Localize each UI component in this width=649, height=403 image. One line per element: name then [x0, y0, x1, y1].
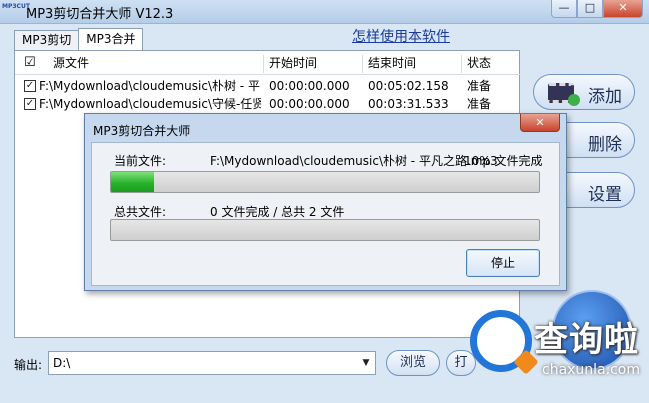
current-progress-text: 10% 文件完成 [464, 154, 543, 168]
current-file-path: F:\Mydownload\cloudemusic\朴树 - 平凡之路.mp3 [210, 154, 498, 168]
dialog-title: MP3剪切合并大师 [93, 124, 191, 138]
row-source: F:\Mydownload\cloudemusic\守候-任贤... [39, 97, 261, 111]
watermark-text: 查询啦 [534, 320, 639, 360]
output-path-select[interactable]: D:\ ▼ [48, 351, 376, 375]
window-controls: — □ ✕ [551, 0, 643, 18]
maximize-button[interactable]: □ [577, 0, 603, 18]
row-source: F:\Mydownload\cloudemusic\朴树 - 平... [39, 79, 261, 93]
progress-dialog: MP3剪切合并大师 ✕ 当前文件: F:\Mydownload\cloudemu… [84, 113, 567, 291]
header-start-time[interactable]: 开始时间 [269, 53, 317, 73]
title-bar[interactable]: MP3CUT MP3剪切合并大师 V12.3 — □ ✕ [0, 0, 649, 24]
dialog-body: 当前文件: F:\Mydownload\cloudemusic\朴树 - 平凡之… [91, 142, 560, 286]
watermark-url: chaxunla.com [542, 362, 640, 378]
row-status: 准备 [467, 79, 492, 93]
stop-button[interactable]: 停止 [466, 249, 540, 277]
header-end-time[interactable]: 结束时间 [368, 53, 416, 73]
row-end-time: 00:05:02.158 [368, 79, 449, 93]
row-end-time: 00:03:31.533 [368, 97, 449, 111]
dialog-close-button[interactable]: ✕ [520, 114, 560, 132]
watermark: 查询啦 chaxunla.com [470, 304, 646, 400]
total-files-progress-bar [110, 219, 540, 241]
current-progress-fill [111, 172, 154, 192]
minimize-button[interactable]: — [551, 0, 577, 18]
column-divider [461, 55, 462, 73]
tab-mp3-merge[interactable]: MP3合并 [78, 28, 144, 50]
current-file-progress-bar [110, 171, 540, 193]
row-start-time: 00:00:00.000 [269, 97, 350, 111]
film-add-icon [548, 83, 580, 106]
table-row[interactable]: ✓ F:\Mydownload\cloudemusic\朴树 - 平... 00… [15, 76, 521, 96]
tab-bar: MP3剪切 MP3合并 [14, 28, 144, 50]
watermark-logo [470, 310, 532, 372]
app-logo: MP3CUT [2, 3, 30, 10]
current-file-label: 当前文件: [114, 154, 167, 168]
header-status[interactable]: 状态 [467, 53, 491, 73]
window-title: MP3剪切合并大师 V12.3 [26, 7, 174, 22]
row-status: 准备 [467, 97, 492, 111]
column-divider [362, 55, 363, 73]
browse-button[interactable]: 浏览 [386, 350, 440, 376]
row-checkbox[interactable]: ✓ [24, 80, 36, 92]
output-path-value: D:\ [53, 356, 71, 370]
table-header: ☑ 源文件 开始时间 结束时间 状态 [15, 53, 521, 75]
total-files-label: 总共文件: [114, 205, 167, 219]
dropdown-arrow-icon[interactable]: ▼ [357, 352, 375, 374]
row-checkbox[interactable]: ✓ [24, 98, 36, 110]
settings-button-label: 设置 [588, 185, 622, 205]
add-button-label: 添加 [588, 87, 622, 107]
row-start-time: 00:00:00.000 [269, 79, 350, 93]
select-all-checkbox[interactable]: ☑ [24, 53, 36, 73]
column-divider [263, 55, 264, 73]
table-row[interactable]: ✓ F:\Mydownload\cloudemusic\守候-任贤... 00:… [15, 94, 521, 114]
close-button[interactable]: ✕ [603, 0, 643, 18]
help-link[interactable]: 怎样使用本软件 [352, 26, 450, 46]
delete-button-label: 删除 [588, 135, 622, 155]
tab-mp3-cut[interactable]: MP3剪切 [14, 30, 80, 50]
output-label: 输出: [14, 358, 43, 372]
add-button[interactable]: 添加 [533, 74, 635, 110]
header-source[interactable]: 源文件 [53, 53, 89, 73]
total-files-text: 0 文件完成 / 总共 2 文件 [210, 205, 345, 219]
